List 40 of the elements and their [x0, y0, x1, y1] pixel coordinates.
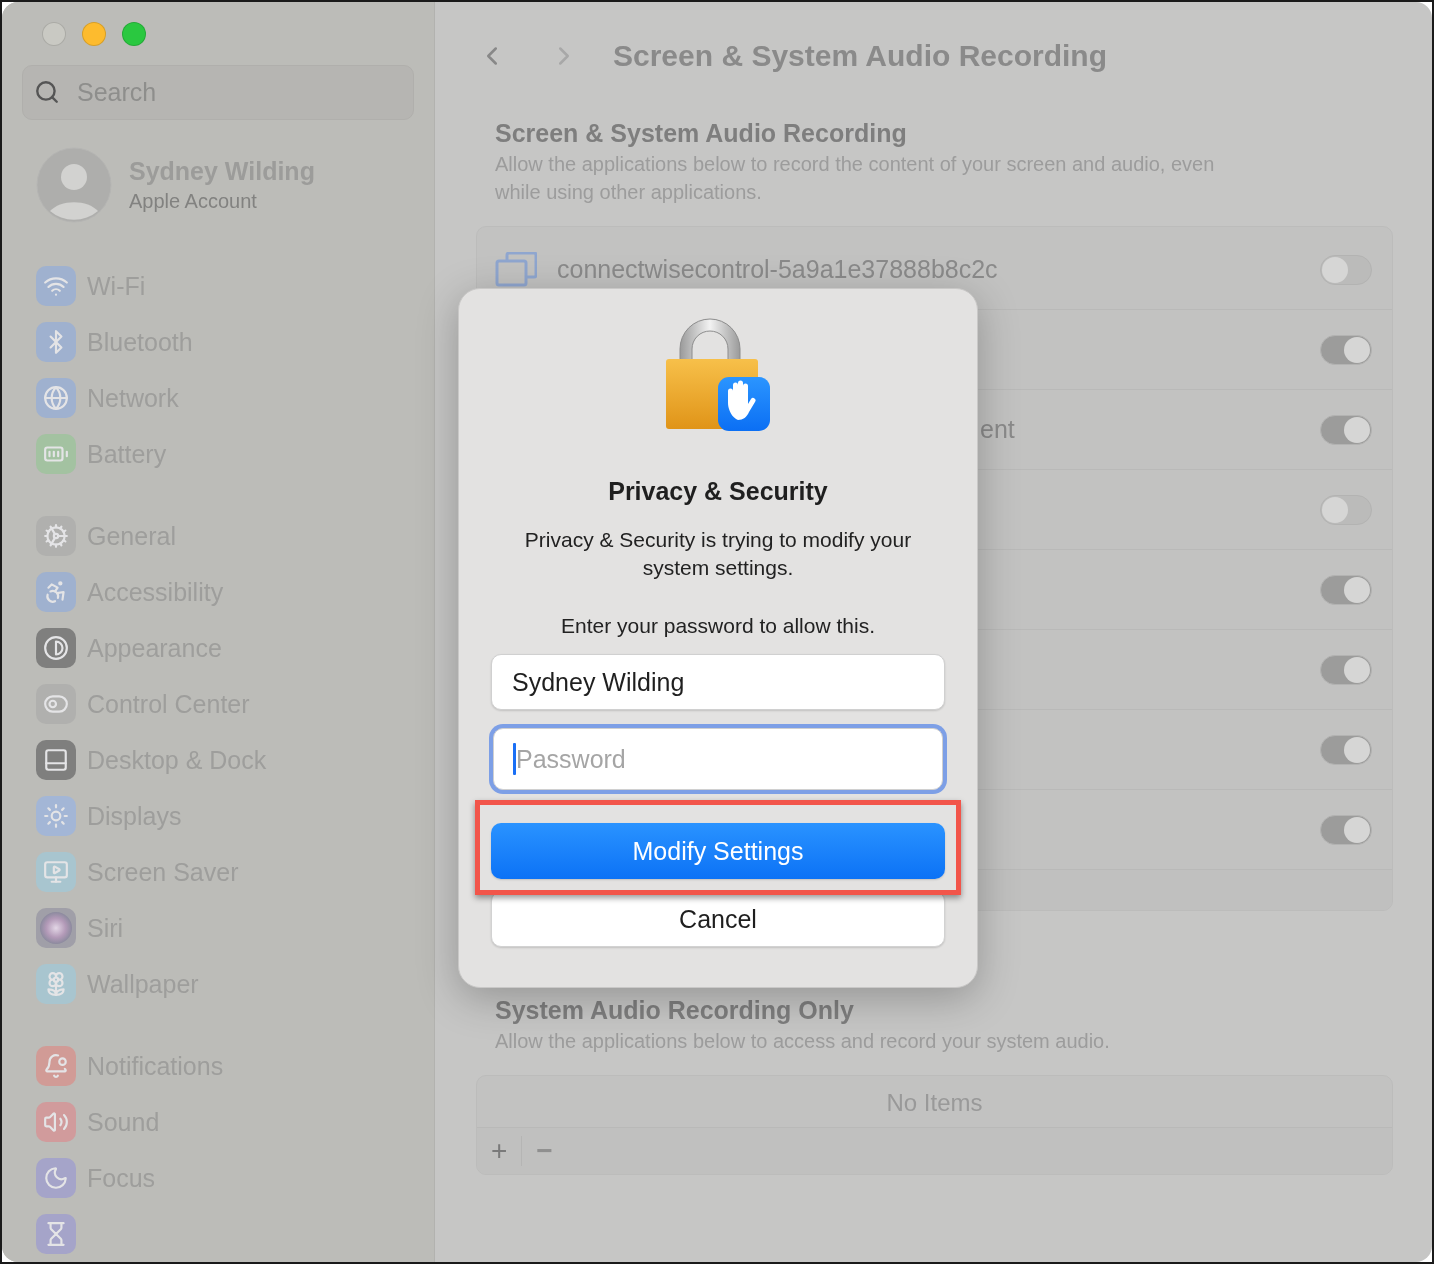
section-title: Screen & System Audio Recording	[495, 118, 908, 148]
battery-icon	[36, 434, 76, 474]
remove-button[interactable]: −	[522, 1128, 567, 1174]
toggle-switch[interactable]	[1320, 414, 1372, 445]
add-button[interactable]: +	[477, 1128, 522, 1174]
username-field[interactable]: Sydney Wilding	[491, 654, 945, 710]
text-cursor	[513, 743, 516, 775]
focus-icon	[36, 1158, 76, 1198]
window-title: Screen & System Audio Recording	[613, 39, 1107, 73]
toggle-switch[interactable]	[1320, 334, 1372, 365]
wifi-icon	[36, 266, 76, 306]
app-name: connectwisecontrol-5a9a1e37888b8c2c	[556, 255, 999, 284]
dialog-title: Privacy & Security	[608, 477, 828, 506]
appearance-icon	[36, 628, 76, 668]
avatar-icon	[36, 147, 112, 223]
minimize-button[interactable]	[82, 21, 106, 46]
bluetooth-icon	[36, 322, 76, 362]
modify-settings-button[interactable]: Modify Settings	[491, 823, 945, 879]
displays-icon	[36, 796, 76, 836]
dialog-message: Privacy & Security is trying to modify your system settings.	[523, 527, 913, 581]
sound-icon	[36, 1102, 76, 1142]
notifications-icon	[36, 1046, 76, 1086]
password-field[interactable]: Password	[493, 728, 943, 790]
toggle-switch[interactable]	[1320, 734, 1372, 765]
account-subtitle: Apple Account	[129, 190, 258, 213]
siri-icon	[36, 908, 76, 948]
dialog-prompt: Enter your password to allow this.	[561, 614, 875, 638]
zoom-button[interactable]	[122, 21, 146, 46]
app-name: ent	[979, 415, 1016, 444]
toggle-switch[interactable]	[1320, 654, 1372, 685]
toggle-switch[interactable]	[1320, 574, 1372, 605]
toggle-switch[interactable]	[1320, 814, 1372, 845]
wallpaper-icon	[36, 964, 76, 1004]
close-button[interactable]	[42, 21, 66, 46]
accessibility-icon	[36, 572, 76, 612]
search-icon	[34, 79, 60, 105]
section-title: System Audio Recording Only	[495, 995, 855, 1025]
toggle-switch[interactable]	[1320, 494, 1372, 525]
toggle-switch[interactable]	[1320, 254, 1372, 285]
network-icon	[36, 378, 76, 418]
